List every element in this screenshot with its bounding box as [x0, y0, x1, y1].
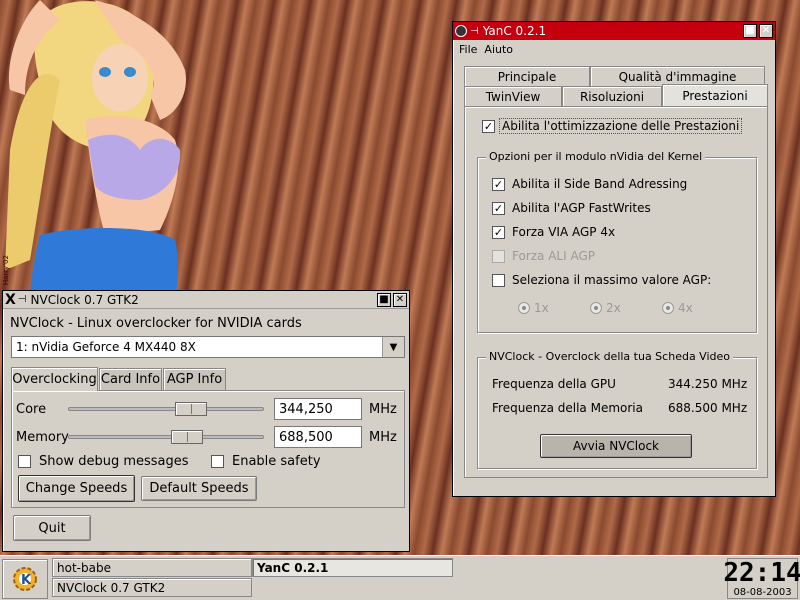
mem-freq-label: Frequenza della Memoria: [492, 401, 643, 415]
nvclock-titlebar[interactable]: X ⊣ NVClock 0.7 GTK2 ■ ✕: [3, 291, 409, 309]
menu-file[interactable]: File: [459, 43, 477, 56]
gpu-freq-label: Frequenza della GPU: [492, 377, 616, 391]
close-icon[interactable]: ✕: [393, 292, 407, 307]
tab-twinview[interactable]: TwinView: [464, 86, 562, 106]
show-debug-checkbox[interactable]: [18, 455, 31, 468]
agp-4x-radio[interactable]: [662, 302, 674, 314]
prestazioni-panel: ✓ Abilita l'ottimizzazione delle Prestaz…: [464, 106, 768, 478]
fast-writes-checkbox[interactable]: ✓: [492, 202, 505, 215]
agp-4x-label: 4x: [678, 301, 693, 315]
memory-slider-track[interactable]: [68, 435, 264, 439]
yanc-window: ⊣ YanC 0.2.1 ■ ✕ File Aiuto Principale Q…: [452, 21, 776, 497]
kernel-group-title: Opzioni per il modulo nVidia del Kernel: [486, 150, 706, 163]
window-menu-icon[interactable]: [455, 25, 467, 37]
agp-2x-radio[interactable]: [590, 302, 602, 314]
wallpaper-anime-figure: [5, 0, 186, 300]
menu-aiuto[interactable]: Aiuto: [484, 43, 513, 56]
agp-1x-radio[interactable]: [518, 302, 530, 314]
core-slider-thumb[interactable]: [174, 402, 207, 416]
kde-menu-button[interactable]: K: [2, 559, 48, 599]
start-nvclock-button[interactable]: Avvia NVClock: [540, 434, 692, 458]
clock[interactable]: 22:14 08-08-2003: [723, 558, 800, 599]
default-speeds-button[interactable]: Default Speeds: [141, 476, 257, 501]
maximize-icon[interactable]: ■: [377, 292, 391, 307]
window-title: NVClock 0.7 GTK2: [30, 292, 139, 307]
mem-freq-value: 688.500 MHz: [668, 401, 748, 415]
fast-writes-label: Abilita l'AGP FastWrites: [512, 201, 651, 215]
tab-qualita-immagine[interactable]: Qualità d'immagine: [590, 66, 765, 86]
quit-button[interactable]: Quit: [13, 515, 91, 541]
max-agp-checkbox[interactable]: [492, 274, 505, 287]
kde-gear-icon: K: [13, 567, 37, 591]
ali-agp-label: Forza ALI AGP: [512, 249, 595, 263]
task-hot-babe[interactable]: hot-babe: [52, 558, 252, 577]
enable-safety-label: Enable safety: [232, 454, 321, 469]
max-agp-label: Seleziona il massimo valore AGP:: [512, 273, 712, 287]
pin-icon[interactable]: ⊣: [18, 294, 27, 305]
close-icon[interactable]: ✕: [759, 24, 773, 38]
tab-overclocking[interactable]: Overclocking: [11, 367, 98, 391]
clock-time: 22:14: [723, 558, 800, 588]
core-label: Core: [16, 402, 47, 417]
artist-signature: Harry'02: [2, 255, 10, 286]
memory-label: Memory: [16, 430, 69, 445]
window-title: YanC 0.2.1: [482, 24, 547, 38]
via-agp-checkbox[interactable]: ✓: [492, 226, 505, 239]
agp-1x-label: 1x: [534, 301, 549, 315]
enable-safety-checkbox[interactable]: [211, 455, 224, 468]
show-debug-label: Show debug messages: [39, 454, 189, 469]
memory-input[interactable]: 688,500: [274, 426, 362, 448]
core-unit: MHz: [369, 402, 397, 417]
menubar: File Aiuto: [453, 40, 775, 58]
agp-2x-label: 2x: [606, 301, 621, 315]
side-band-label: Abilita il Side Band Adressing: [512, 177, 688, 191]
taskbar: K hot-babe NVClock 0.7 GTK2 YanC 0.2.1 2…: [0, 555, 800, 600]
ali-agp-checkbox[interactable]: [492, 250, 505, 263]
maximize-icon[interactable]: ■: [743, 24, 757, 38]
gpu-freq-value: 344.250 MHz: [668, 377, 748, 391]
svg-text:K: K: [21, 573, 32, 588]
card-select[interactable]: 1: nVidia Geforce 4 MX440 8X ▼: [11, 336, 405, 358]
window-menu-icon[interactable]: X: [5, 292, 16, 308]
tab-agp-info[interactable]: AGP Info: [163, 368, 226, 390]
overclock-group-title: NVClock - Overclock della tua Scheda Vid…: [486, 350, 733, 363]
overclocking-panel: Core 344,250 MHz Memory 688,500 MHz Show…: [11, 390, 405, 508]
side-band-checkbox[interactable]: ✓: [492, 178, 505, 191]
enable-perf-label: Abilita l'ottimizzazione delle Prestazio…: [499, 118, 743, 134]
tab-card-info[interactable]: Card Info: [99, 368, 162, 390]
card-select-value: 1: nVidia Geforce 4 MX440 8X: [16, 340, 196, 354]
app-header: NVClock - Linux overclocker for NVIDIA c…: [10, 316, 302, 331]
kernel-options-group: Opzioni per il modulo nVidia del Kernel …: [477, 150, 757, 333]
tab-principale[interactable]: Principale: [464, 66, 590, 86]
task-nvclock[interactable]: NVClock 0.7 GTK2: [52, 578, 252, 597]
enable-perf-checkbox[interactable]: ✓: [482, 120, 495, 133]
memory-unit: MHz: [369, 430, 397, 445]
clock-date: 08-08-2003: [733, 587, 792, 598]
task-yanc[interactable]: YanC 0.2.1: [252, 558, 453, 577]
overclock-group: NVClock - Overclock della tua Scheda Vid…: [477, 350, 757, 469]
core-slider-track[interactable]: [68, 407, 264, 411]
via-agp-label: Forza VIA AGP 4x: [512, 225, 616, 239]
nvclock-window: X ⊣ NVClock 0.7 GTK2 ■ ✕ NVClock - Linux…: [2, 290, 410, 552]
memory-slider-thumb[interactable]: [171, 430, 204, 444]
change-speeds-button[interactable]: Change Speeds: [18, 475, 135, 502]
tab-prestazioni[interactable]: Prestazioni: [662, 84, 768, 106]
chevron-down-icon[interactable]: ▼: [382, 337, 404, 357]
core-input[interactable]: 344,250: [274, 398, 362, 420]
tab-risoluzioni[interactable]: Risoluzioni: [562, 86, 662, 106]
yanc-titlebar[interactable]: ⊣ YanC 0.2.1 ■ ✕: [453, 22, 775, 40]
pin-icon[interactable]: ⊣: [470, 26, 479, 37]
